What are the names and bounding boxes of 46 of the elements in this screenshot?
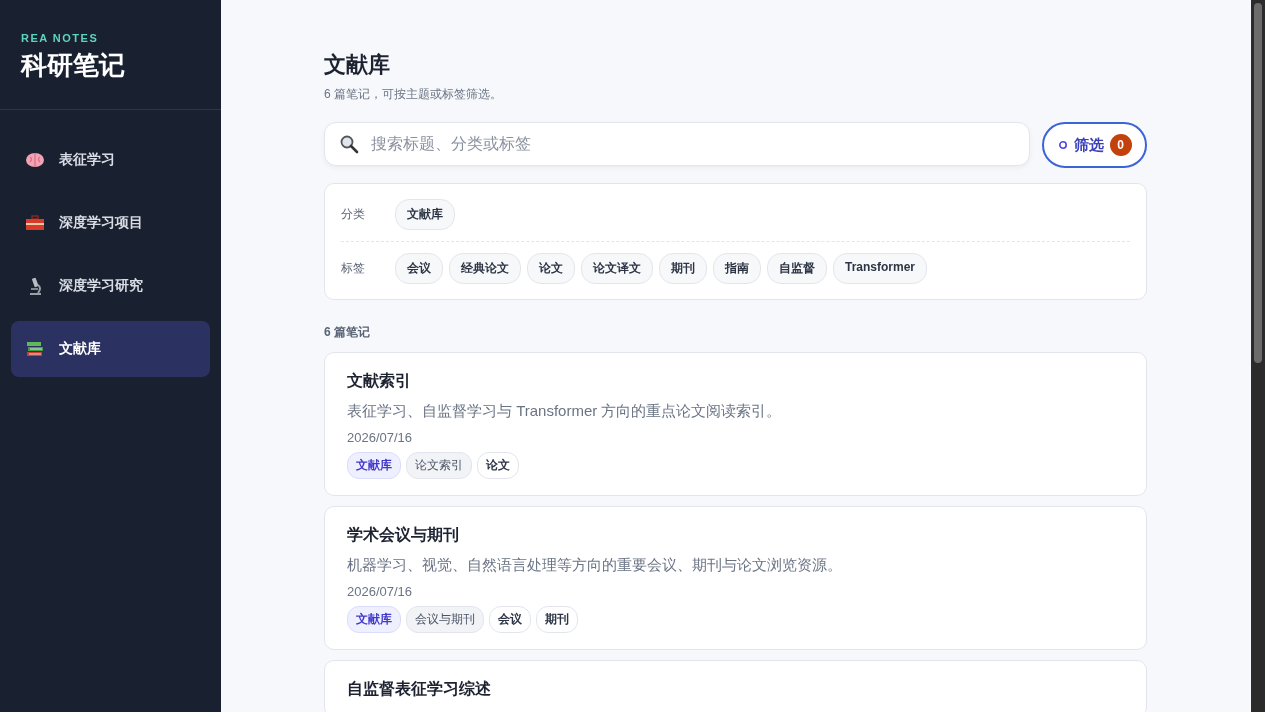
- sidebar-item[interactable]: 深度学习项目: [11, 195, 210, 251]
- note-title: 学术会议与期刊: [347, 525, 460, 545]
- books-icon: [25, 339, 45, 359]
- note-title: 自监督表征学习综述: [347, 679, 492, 699]
- filter-chip[interactable]: Transformer: [833, 253, 928, 284]
- note-tag[interactable]: 论文: [477, 452, 519, 479]
- filter-chip[interactable]: 指南: [713, 253, 761, 284]
- note-tag[interactable]: 文献库: [347, 606, 401, 633]
- page-subtitle: 6 篇笔记，可按主题或标签筛选。: [324, 86, 503, 103]
- filter-chip[interactable]: 期刊: [659, 253, 707, 284]
- filter-chip[interactable]: 经典论文: [449, 253, 521, 284]
- filter-chip[interactable]: 自监督: [767, 253, 827, 284]
- filter-label: 标签: [341, 260, 366, 277]
- search-icon: [339, 134, 359, 154]
- note-summary: 表征学习、自监督学习与 Transformer 方向的重点论文阅读索引。: [347, 402, 783, 421]
- scrollbar[interactable]: [1251, 0, 1265, 712]
- note-summary: 机器学习、视觉、自然语言处理等方向的重要会议、期刊与论文浏览资源。: [347, 556, 843, 575]
- note-tag[interactable]: 会议: [489, 606, 531, 633]
- note-tag[interactable]: 期刊: [536, 606, 578, 633]
- note-title: 文献索引: [347, 371, 412, 391]
- note-date: 2026/07/16: [347, 430, 414, 445]
- brand-title: 科研笔记: [21, 49, 126, 82]
- sidebar-item[interactable]: 文献库: [11, 321, 210, 377]
- page-title: 文献库: [324, 51, 391, 79]
- search-field[interactable]: 搜索标题、分类或标签: [324, 122, 1030, 166]
- scrollbar-thumb[interactable]: [1254, 3, 1262, 363]
- note-card[interactable]: 学术会议与期刊 机器学习、视觉、自然语言处理等方向的重要会议、期刊与论文浏览资源。 2026/07/16 文献库 会议与期刊 会议 期刊: [324, 506, 1147, 650]
- brand-eyebrow: REA NOTES: [21, 32, 100, 44]
- note-tag[interactable]: 会议与期刊: [406, 606, 484, 633]
- sidebar-item[interactable]: 表征学习: [11, 132, 210, 188]
- filter-label: 分类: [341, 206, 366, 223]
- filter-chip[interactable]: 文献库: [395, 199, 455, 230]
- note-tag[interactable]: 文献库: [347, 452, 401, 479]
- sidebar-item[interactable]: 深度学习研究: [11, 258, 210, 314]
- filter-button[interactable]: 筛选 0: [1042, 122, 1147, 168]
- toolbox-icon: [25, 213, 45, 233]
- filter-chip[interactable]: 论文: [527, 253, 575, 284]
- note-card[interactable]: 自监督表征学习综述: [324, 660, 1147, 712]
- brain-icon: [25, 150, 45, 170]
- filter-chip[interactable]: 论文译文: [581, 253, 653, 284]
- note-card[interactable]: 文献索引 表征学习、自监督学习与 Transformer 方向的重点论文阅读索引。 2026/07/16 文献库 论文索引 论文: [324, 352, 1147, 496]
- note-date: 2026/07/16: [347, 584, 414, 599]
- count-badge: 0: [1109, 134, 1132, 156]
- filter-chip[interactable]: 会议: [395, 253, 443, 284]
- list-heading: 6 篇笔记: [324, 324, 371, 341]
- note-tag[interactable]: 论文索引: [406, 452, 472, 479]
